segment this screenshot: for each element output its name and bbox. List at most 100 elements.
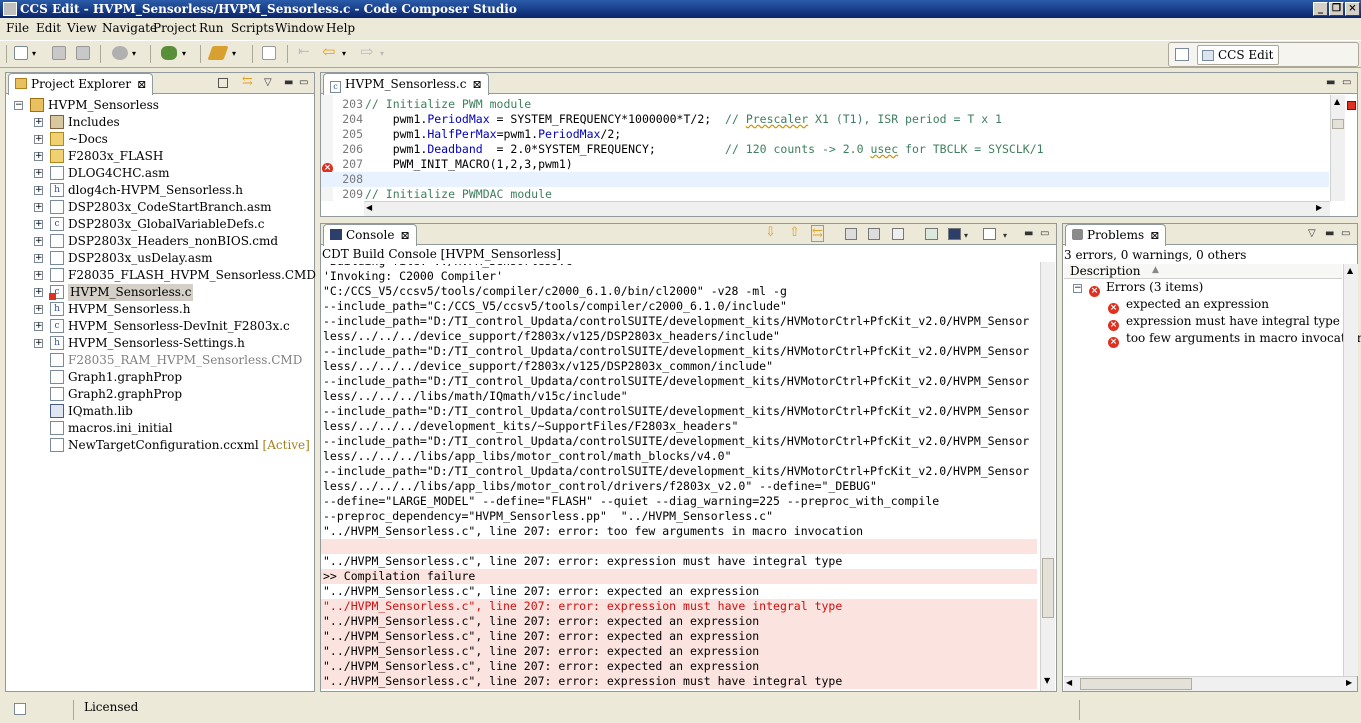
minimize-button[interactable]: _ bbox=[1313, 2, 1328, 16]
problem-item[interactable]: × expected an expression bbox=[1063, 297, 1342, 314]
problems-column-header[interactable]: Description ▲ bbox=[1064, 264, 1342, 279]
tree-item[interactable]: Graph1.graphProp bbox=[6, 369, 312, 386]
tree-item[interactable]: + ~Docs bbox=[6, 131, 312, 148]
new-dropdown-icon[interactable]: ▾ bbox=[32, 49, 50, 67]
expand-icon[interactable]: + bbox=[34, 339, 43, 348]
scroll-right-icon[interactable]: ▶ bbox=[1316, 203, 1322, 212]
scroll-lock-icon[interactable] bbox=[845, 228, 857, 240]
tree-item[interactable]: + c HVPM_Sensorless-DevInit_F2803x.c bbox=[6, 318, 312, 335]
ccs-edit-perspective-button[interactable]: CCS Edit bbox=[1197, 45, 1279, 65]
overview-error-icon[interactable] bbox=[1347, 101, 1356, 110]
expand-icon[interactable]: + bbox=[34, 237, 43, 246]
fast-view-icon[interactable] bbox=[14, 703, 26, 715]
code-line[interactable]: 207 × PWM_INIT_MACRO(1,2,3,pwm1) bbox=[321, 157, 1329, 174]
expand-icon[interactable]: + bbox=[34, 271, 43, 280]
code-line[interactable]: 204 pwm1.PeriodMax = SYSTEM_FREQUENCY*10… bbox=[321, 112, 1329, 127]
menu-project[interactable]: Project bbox=[153, 21, 196, 35]
close-icon[interactable]: ⊠ bbox=[1150, 229, 1159, 242]
menu-window[interactable]: Window bbox=[275, 21, 324, 35]
clear-console-icon[interactable] bbox=[892, 228, 904, 240]
tree-item[interactable]: − HVPM_Sensorless bbox=[6, 97, 312, 114]
tree-item[interactable]: F28035_RAM_HVPM_Sensorless.CMD bbox=[6, 352, 312, 369]
tab-problems[interactable]: Problems ⊠ bbox=[1065, 224, 1167, 246]
expand-icon[interactable]: + bbox=[34, 305, 43, 314]
tab-project-explorer[interactable]: Project Explorer ⊠ bbox=[8, 73, 154, 95]
problems-group-errors[interactable]: − × Errors (3 items) bbox=[1063, 280, 1342, 298]
scroll-up-icon[interactable]: ▲ bbox=[1334, 97, 1340, 106]
tree-item[interactable]: + DSP2803x_Headers_nonBIOS.cmd bbox=[6, 233, 312, 250]
code-line[interactable]: 205 pwm1.HalfPerMax=pwm1.PeriodMax/2; bbox=[321, 127, 1329, 142]
tree-item[interactable]: + DSP2803x_usDelay.asm bbox=[6, 250, 312, 267]
close-icon[interactable]: ⊠ bbox=[472, 78, 481, 91]
properties-icon[interactable] bbox=[262, 46, 276, 60]
minimize-view-icon[interactable]: ▬ bbox=[284, 77, 293, 88]
menu-navigate[interactable]: Navigate bbox=[102, 21, 157, 35]
flash-tool-icon[interactable] bbox=[207, 46, 229, 60]
expand-icon[interactable]: + bbox=[34, 203, 43, 212]
forward-dropdown-icon[interactable]: ▾ bbox=[380, 49, 398, 67]
expand-icon[interactable]: + bbox=[34, 288, 43, 297]
display-console-icon[interactable] bbox=[948, 228, 961, 240]
build-icon[interactable] bbox=[112, 46, 128, 60]
editor-scroll-thumb[interactable] bbox=[1332, 119, 1344, 129]
link-editor-icon[interactable]: ⇆ bbox=[242, 74, 253, 89]
tree-item[interactable]: + h dlog4ch-HVPM_Sensorless.h bbox=[6, 182, 312, 199]
next-annotation-icon[interactable]: ⇩ bbox=[765, 225, 776, 240]
scroll-left-icon[interactable]: ◀ bbox=[1066, 678, 1072, 687]
save-icon[interactable] bbox=[52, 46, 66, 60]
expand-icon[interactable]: + bbox=[34, 220, 43, 229]
view-menu-icon[interactable]: ▽ bbox=[1308, 228, 1316, 239]
pin-console-icon[interactable] bbox=[868, 228, 880, 240]
previous-annotation-icon[interactable]: ⇧ bbox=[789, 225, 800, 240]
scroll-down-icon[interactable]: ▼ bbox=[1044, 676, 1050, 685]
code-area[interactable]: 203// Initialize PWM module 204 pwm1.Peri… bbox=[321, 97, 1329, 201]
tree-item[interactable]: + h HVPM_Sensorless-Settings.h bbox=[6, 335, 312, 352]
problems-scroll-thumb[interactable] bbox=[1080, 678, 1192, 690]
maximize-view-icon[interactable]: ▭ bbox=[1342, 77, 1351, 88]
maximize-view-icon[interactable]: ▭ bbox=[1341, 228, 1350, 239]
menu-file[interactable]: File bbox=[6, 21, 29, 35]
console-scroll-thumb[interactable] bbox=[1042, 558, 1054, 618]
expand-icon[interactable]: + bbox=[34, 135, 43, 144]
tree-item[interactable]: + c DSP2803x_GlobalVariableDefs.c bbox=[6, 216, 312, 233]
tree-item[interactable]: + DLOG4CHC.asm bbox=[6, 165, 312, 182]
expand-icon[interactable]: + bbox=[34, 186, 43, 195]
tab-console[interactable]: Console ⊠ bbox=[323, 224, 417, 246]
menu-view[interactable]: View bbox=[67, 21, 97, 35]
minimize-view-icon[interactable]: ▬ bbox=[1325, 228, 1334, 239]
expand-icon[interactable]: + bbox=[34, 118, 43, 127]
problems-horizontal-scrollbar[interactable]: ◀ ▶ bbox=[1064, 676, 1357, 691]
collapse-icon[interactable]: − bbox=[14, 101, 23, 110]
menu-scripts[interactable]: Scripts bbox=[231, 21, 274, 35]
maximize-view-icon[interactable]: ▭ bbox=[1040, 228, 1049, 239]
tab-hvpm-sensorless-c[interactable]: c HVPM_Sensorless.c ⊠ bbox=[323, 73, 489, 95]
console-output[interactable]: 'Building file: ../HVPM_Sensorless.c''In… bbox=[321, 264, 1040, 691]
menu-help[interactable]: Help bbox=[326, 21, 355, 35]
tree-item[interactable]: macros.ini_initial bbox=[6, 420, 312, 437]
expand-icon[interactable]: + bbox=[34, 152, 43, 161]
maximize-view-icon[interactable]: ▭ bbox=[299, 77, 308, 88]
new-icon[interactable] bbox=[14, 46, 28, 60]
close-icon[interactable]: ⊠ bbox=[400, 229, 409, 242]
debug-icon[interactable] bbox=[161, 46, 177, 60]
tree-item[interactable]: Graph2.graphProp bbox=[6, 386, 312, 403]
code-line[interactable]: 206 pwm1.Deadband = 2.0*SYSTEM_FREQUENCY… bbox=[321, 142, 1329, 157]
minimize-view-icon[interactable]: ▬ bbox=[1024, 228, 1033, 239]
tree-item[interactable]: IQmath.lib bbox=[6, 403, 312, 420]
tree-item[interactable]: NewTargetConfiguration.ccxml [Active] bbox=[6, 437, 312, 454]
expand-icon[interactable]: + bbox=[34, 254, 43, 263]
minimize-view-icon[interactable]: ▬ bbox=[1326, 77, 1335, 88]
tree-item[interactable]: + F2803x_FLASH bbox=[6, 148, 312, 165]
scroll-right-icon[interactable]: ▶ bbox=[1346, 678, 1352, 687]
problem-item[interactable]: × too few arguments in macro invocation bbox=[1063, 331, 1361, 348]
tree-item[interactable]: + c HVPM_Sensorless.c bbox=[6, 284, 312, 301]
build-dropdown-icon[interactable]: ▾ bbox=[132, 49, 150, 67]
expand-icon[interactable]: + bbox=[34, 322, 43, 331]
back-dropdown-icon[interactable]: ▾ bbox=[342, 49, 360, 67]
problems-vertical-scrollbar[interactable]: ▲ bbox=[1343, 264, 1358, 676]
tree-item[interactable]: + F28035_FLASH_HVPM_Sensorless.CMD bbox=[6, 267, 316, 284]
restore-button[interactable]: ❐ bbox=[1329, 2, 1344, 16]
last-edit-icon[interactable]: ⇤ bbox=[298, 44, 316, 62]
problem-item[interactable]: × expression must have integral type bbox=[1063, 314, 1342, 331]
forward-icon[interactable]: ⇨ bbox=[360, 42, 378, 61]
